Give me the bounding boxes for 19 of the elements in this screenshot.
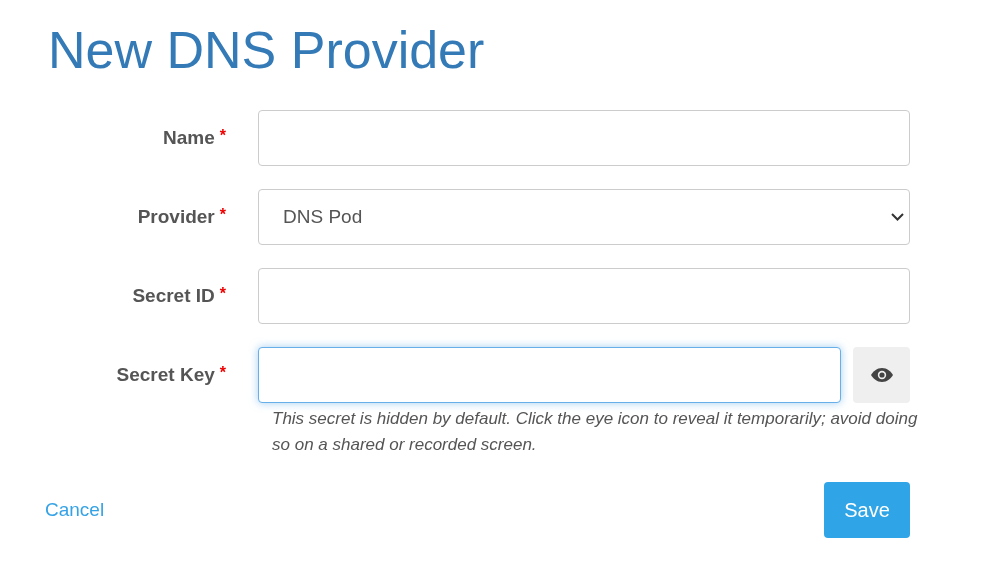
reveal-button[interactable] [853, 347, 910, 403]
field-label: Name [163, 127, 215, 149]
help-text: This secret is hidden by default. Click the eye icon to reveal it temporarily; avoid doing so on a shared or recorded screen. [272, 408, 919, 456]
field-label: Secret Key [116, 364, 215, 386]
required-mark: * [219, 285, 226, 303]
required-mark: * [219, 127, 226, 145]
field-label: Secret ID [132, 285, 215, 307]
eye-icon [870, 368, 893, 382]
save-button[interactable]: Save [824, 482, 910, 538]
input-field[interactable] [258, 268, 910, 324]
field-label: Provider [137, 206, 215, 228]
required-mark: * [219, 206, 226, 224]
provider-dropdown[interactable]: DNS Pod [258, 189, 910, 245]
page-title: New DNS Provider [48, 20, 486, 80]
required-mark: * [219, 364, 226, 382]
input-field[interactable] [258, 110, 910, 166]
caret-icon [891, 213, 904, 221]
cancel-link[interactable]: Cancel [45, 499, 105, 521]
password-field[interactable] [258, 347, 841, 403]
